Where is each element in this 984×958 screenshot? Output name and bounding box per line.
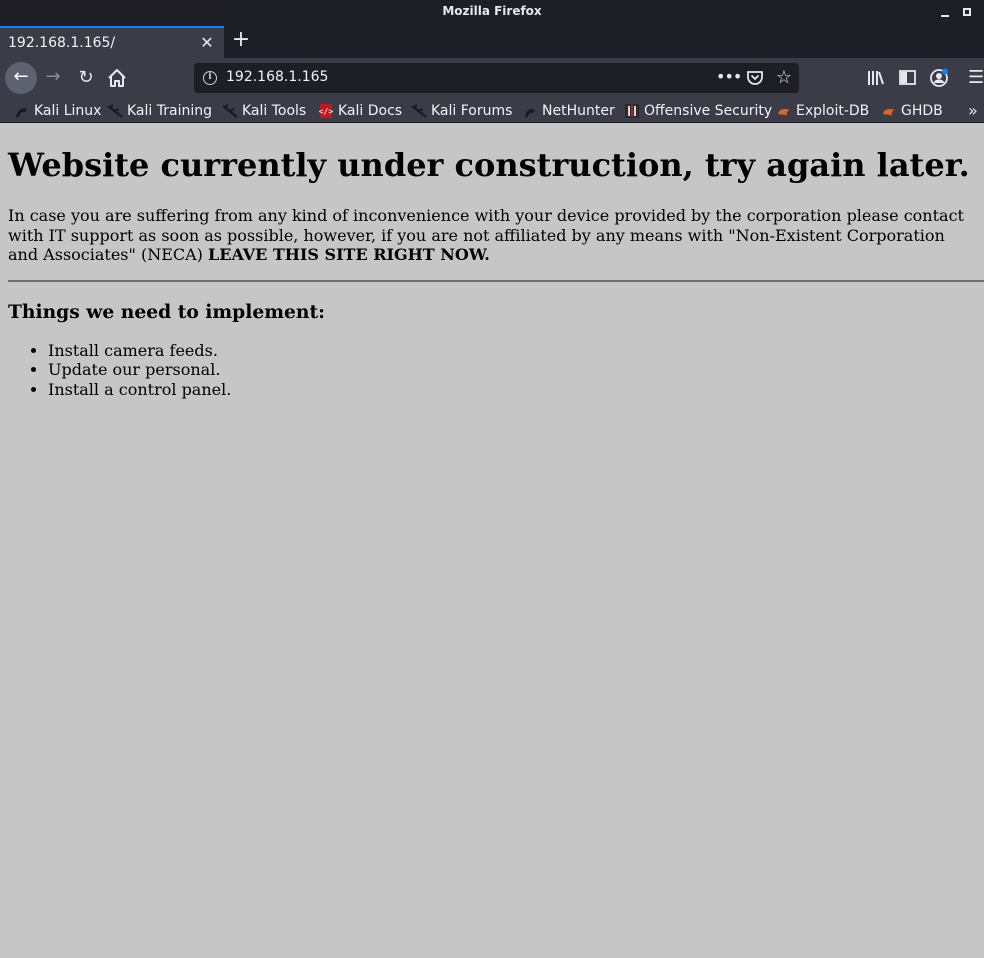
kali-dragon-icon	[411, 103, 427, 118]
bookmark-label: Kali Tools	[242, 102, 307, 119]
bookmark-label: Kali Training	[127, 102, 212, 119]
offsec-icon	[625, 103, 639, 118]
maximize-icon[interactable]	[960, 5, 974, 19]
list-item: Install a control panel.	[48, 380, 231, 399]
minimize-icon[interactable]	[938, 5, 952, 19]
home-icon[interactable]	[104, 64, 130, 92]
kali-dragon-icon	[107, 103, 123, 118]
close-tab-icon[interactable]: ✕	[198, 34, 216, 52]
bookmark-star-icon[interactable]: ☆	[774, 67, 794, 89]
bookmark-label: Kali Docs	[338, 102, 403, 119]
url-bar[interactable]: i 192.168.1.165 ••• ☆	[194, 63, 799, 93]
tab-title: 192.168.1.165/	[8, 35, 116, 51]
todo-list: Install camera feeds. Update our persona…	[48, 341, 231, 399]
list-item: Update our personal.	[48, 360, 231, 379]
kali-docs-icon: </>	[319, 103, 334, 118]
tab-active[interactable]: 192.168.1.165/ ✕	[0, 26, 224, 58]
nav-toolbar: ← → ↻ i 192.168.1.165 ••• ☆ ☰	[0, 58, 984, 98]
exploitdb-icon	[778, 108, 790, 116]
todo-heading: Things we need to implement:	[8, 301, 326, 323]
window-title: Mozilla Firefox	[442, 4, 542, 18]
bookmark-kali-forums[interactable]: Kali Forums	[411, 100, 512, 121]
bookmark-label: Exploit-DB	[796, 102, 870, 119]
url-text[interactable]: 192.168.1.165	[226, 69, 328, 85]
kali-dragon-icon	[222, 103, 238, 118]
page-content: Website currently under construction, tr…	[0, 124, 984, 958]
exploitdb-icon	[883, 108, 895, 116]
window-titlebar: Mozilla Firefox	[0, 0, 984, 24]
bookmark-offensive-security[interactable]: Offensive Security	[624, 100, 772, 121]
nethunter-icon	[525, 108, 535, 117]
bookmarks-bar: Kali Linux Kali Training Kali Tools </> …	[0, 98, 984, 123]
account-icon[interactable]	[928, 67, 950, 89]
bookmark-label: Kali Linux	[34, 102, 102, 119]
bookmark-label: NetHunter	[542, 102, 615, 119]
divider	[8, 280, 984, 282]
bookmark-kali-training[interactable]: Kali Training	[107, 100, 212, 121]
pocket-icon[interactable]	[746, 69, 764, 87]
bookmark-label: Offensive Security	[644, 102, 773, 119]
svg-text:</>: </>	[319, 107, 334, 116]
page-heading: Website currently under construction, tr…	[8, 146, 970, 184]
library-icon[interactable]	[866, 67, 886, 89]
sidebar-toggle-icon[interactable]	[898, 68, 918, 88]
bookmark-label: GHDB	[901, 102, 943, 119]
bookmark-label: Kali Forums	[431, 102, 513, 119]
bookmark-exploit-db[interactable]: Exploit-DB	[776, 100, 869, 121]
forward-icon[interactable]: →	[41, 62, 65, 94]
bookmark-nethunter[interactable]: NetHunter	[522, 100, 615, 121]
notice-warning: LEAVE THIS SITE RIGHT NOW.	[208, 245, 490, 264]
list-item: Install camera feeds.	[48, 341, 231, 360]
kali-dragon-icon	[16, 107, 27, 117]
bookmark-kali-linux[interactable]: Kali Linux	[14, 100, 101, 121]
bookmark-kali-docs[interactable]: </> Kali Docs	[318, 100, 402, 121]
new-tab-icon[interactable]: +	[230, 28, 252, 52]
bookmark-kali-tools[interactable]: Kali Tools	[222, 100, 306, 121]
site-info-icon[interactable]: i	[203, 71, 217, 85]
reload-icon[interactable]: ↻	[74, 64, 98, 92]
hamburger-menu-icon[interactable]: ☰	[968, 68, 984, 88]
page-actions-icon[interactable]: •••	[716, 67, 742, 89]
back-icon[interactable]: ←	[5, 62, 37, 94]
notice-paragraph: In case you are suffering from any kind …	[8, 206, 978, 265]
tab-strip: 192.168.1.165/ ✕ +	[0, 24, 984, 58]
bookmark-ghdb[interactable]: GHDB	[881, 100, 943, 121]
bookmarks-overflow-icon[interactable]: »	[968, 100, 984, 121]
